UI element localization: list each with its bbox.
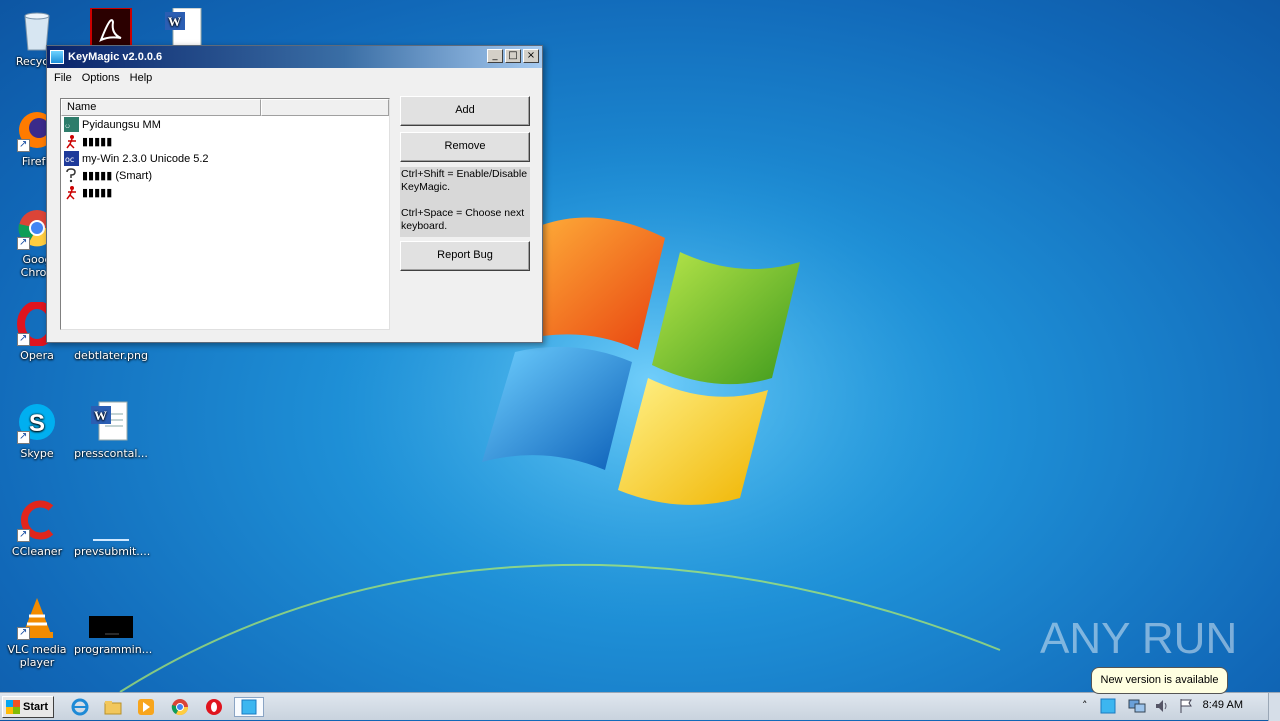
hint-enable-disable: Ctrl+Shift = Enable/Disable KeyMagic. [401,168,528,193]
taskbar-explorer[interactable] [102,697,124,717]
volume-icon[interactable] [1154,698,1170,714]
taskbar-opera[interactable] [203,697,225,717]
desktop-icon-label: Skype [20,447,54,460]
list-item[interactable]: oc my-Win 2.3.0 Unicode 5.2 [61,150,389,167]
start-label: Start [23,701,49,713]
shortcut-arrow-icon [17,528,30,542]
keymagic-tray-icon[interactable] [1100,698,1116,714]
desktop-icon-label: Opera [20,349,54,362]
remove-button[interactable]: Remove [400,132,530,162]
desktop-icon-label: programmin... [74,643,153,656]
list-item-label: ▮▮▮▮▮ [82,136,113,148]
list-item-label: ▮▮▮▮▮ (Smart) [82,170,152,182]
taskbar: Start ˄ 8:49 AM [0,692,1280,721]
desktop-icon-ccleaner[interactable]: CCleaner [0,498,74,558]
add-button[interactable]: Add [400,96,530,126]
keymagic-icon [241,699,257,715]
show-desktop-button[interactable] [1268,693,1280,721]
taskbar-keymagic[interactable] [234,697,264,717]
desktop-icon-label: presscontal... [74,447,148,460]
shortcut-arrow-icon [17,236,30,250]
column-header-empty[interactable] [261,99,389,116]
desktop-icon-programmin[interactable]: programmin... [74,596,152,656]
figure-icon [66,186,76,200]
list-header: Name [61,99,389,116]
file-icon [93,539,129,541]
svg-text:ပ: ပ [65,121,70,130]
pyidaungsu-icon: ပ [64,117,79,132]
shortcut-arrow-icon [17,332,30,346]
desktop-icon-label: debtlater.png [74,349,148,362]
windows-logo-icon [6,700,20,714]
taskbar-media-player[interactable] [135,697,157,717]
taskbar-chrome[interactable] [169,697,191,717]
mywin-icon: oc [64,151,79,166]
action-center-flag-icon[interactable] [1178,698,1194,714]
clock[interactable]: 8:49 AM [1203,699,1243,711]
taskbar-ie[interactable] [69,697,91,717]
shortcut-arrow-icon [17,138,30,152]
maximize-button[interactable]: □ [505,49,521,63]
menu-file[interactable]: File [49,72,77,84]
menu-help[interactable]: Help [125,72,158,84]
desktop-icon-label: CCleaner [11,545,63,558]
start-button[interactable]: Start [2,696,54,718]
window-title: KeyMagic v2.0.0.6 [68,51,163,63]
desktop-icon-label: VLC media player [7,643,67,669]
list-item[interactable]: ▮▮▮▮▮ (Smart) [61,167,389,184]
svg-text:S: S [29,410,45,437]
desktop-icon-prevsubmit[interactable]: prevsubmit.... [74,498,151,558]
list-item-label: Pyidaungsu MM [82,118,161,131]
black-file-icon [89,616,133,638]
minimize-button[interactable]: _ [487,49,503,63]
desktop-icon-label: prevsubmit.... [74,545,151,558]
list-item-label: my-Win 2.3.0 Unicode 5.2 [82,152,209,165]
opera-icon [206,699,222,715]
title-bar[interactable]: KeyMagic v2.0.0.6 _ □ × [47,46,542,68]
svg-text:W: W [94,408,107,423]
menu-bar: File Options Help [47,68,542,88]
smart-icon [66,168,76,183]
word-doc-icon: W [91,401,128,441]
keyboard-list[interactable]: Name ပ Pyidaungsu MM ▮▮▮▮▮ oc my-Win 2.3… [60,98,390,330]
figure-icon [66,135,76,149]
show-hidden-icons-icon[interactable]: ˄ [1082,699,1088,712]
media-player-icon [138,699,154,715]
chrome-icon [171,699,189,716]
hint-choose-next: Ctrl+Space = Choose next keyboard. [401,207,525,232]
menu-options[interactable]: Options [77,72,125,84]
explorer-icon [104,701,122,715]
desktop-icon-skype[interactable]: S Skype [0,400,74,460]
list-item[interactable]: ပ Pyidaungsu MM [61,116,389,133]
close-button[interactable]: × [523,49,539,63]
list-item[interactable]: ▮▮▮▮▮ [61,133,389,150]
ie-icon [71,698,89,716]
watermark-text: ANY RUN [1040,614,1237,663]
shortcut-arrow-icon [17,430,30,444]
column-header-name[interactable]: Name [61,99,261,116]
shortcut-arrow-icon [17,626,30,640]
desktop-icon-vlc[interactable]: VLC media player [0,596,74,669]
report-bug-button[interactable]: Report Bug [400,241,530,271]
anyrun-watermark: ANY RUN [1040,614,1237,663]
list-item-label: ▮▮▮▮▮ [82,187,113,199]
notification-balloon[interactable]: New version is available [1091,667,1228,694]
network-icon[interactable] [1128,698,1146,714]
svg-text:W: W [168,14,181,29]
keymagic-window: KeyMagic v2.0.0.6 _ □ × File Options Hel… [46,45,543,343]
svg-text:oc: oc [65,155,74,164]
desktop-icon-presscontal[interactable]: W presscontal... [74,400,148,460]
list-item[interactable]: ▮▮▮▮▮ [61,184,389,201]
keymagic-icon [50,50,64,64]
shortcut-hint: Ctrl+Shift = Enable/Disable KeyMagic. Ct… [400,167,530,237]
